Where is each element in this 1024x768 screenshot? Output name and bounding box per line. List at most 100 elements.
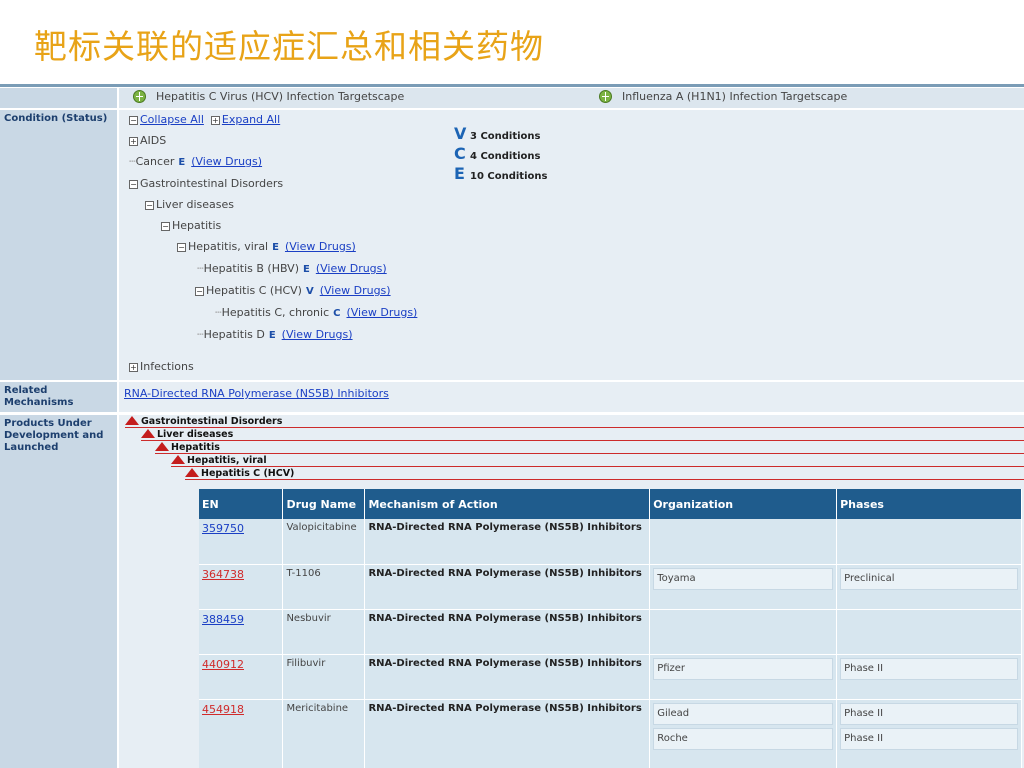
en-link[interactable]: 454918: [202, 703, 244, 716]
collapse-node-icon[interactable]: −: [145, 201, 154, 210]
globe-icon: [133, 90, 146, 103]
view-drugs-link[interactable]: (View Drugs): [191, 155, 262, 168]
hierarchy-level-4: Hepatitis, viral: [171, 455, 1024, 467]
tree-node-label: Hepatitis: [172, 219, 222, 232]
organization-value: Pfizer: [653, 657, 834, 680]
tree-node-label: Hepatitis B (HBV): [203, 262, 299, 275]
mechanism-cell: RNA-Directed RNA Polymerase (NS5B) Inhib…: [364, 519, 651, 565]
mechanisms-content: RNA-Directed RNA Polymerase (NS5B) Inhib…: [119, 382, 1024, 412]
en-link[interactable]: 388459: [202, 613, 244, 626]
organization-value: Gilead: [653, 702, 834, 725]
drug-name-cell: T-1106: [282, 564, 366, 610]
col-header-drug-name[interactable]: Drug Name: [282, 489, 366, 519]
status-badge: C: [333, 308, 341, 319]
tree-node-label: Hepatitis C, chronic: [221, 306, 330, 319]
expand-icon[interactable]: +: [210, 116, 220, 125]
view-drugs-link[interactable]: (View Drugs): [320, 284, 391, 297]
collapse-triangle-icon[interactable]: [171, 455, 185, 464]
en-link[interactable]: 359750: [202, 522, 244, 535]
targetscape-hcv-label: Hepatitis C Virus (HCV) Infection Target…: [156, 90, 405, 103]
tree-node-hep-b: ┄Hepatitis B (HBV) E (View Drugs): [197, 262, 387, 275]
targetscape-hcv[interactable]: Hepatitis C Virus (HCV) Infection Target…: [133, 90, 404, 103]
en-cell: 388459: [199, 609, 284, 655]
organization-cell: Gilead Roche: [649, 699, 838, 768]
drugs-table-body: 359750 Valopicitabine RNA-Directed RNA Pol…: [199, 519, 1022, 768]
collapse-node-icon[interactable]: −: [161, 222, 170, 231]
targetscape-h1n1[interactable]: Influenza A (H1N1) Infection Targetscape: [599, 90, 847, 103]
tree-node-label: Liver diseases: [156, 198, 234, 211]
collapse-triangle-icon[interactable]: [185, 468, 199, 477]
en-link[interactable]: 440912: [202, 658, 244, 671]
table-row: 440912 Filibuvir RNA-Directed RNA Polymera…: [199, 654, 1022, 700]
status-badge: E: [178, 157, 186, 168]
collapse-node-icon[interactable]: −: [129, 180, 138, 189]
col-header-organization[interactable]: Organization: [649, 489, 838, 519]
organization-value: Toyama: [653, 567, 834, 590]
phases-cell: Phase II: [836, 654, 1022, 700]
organization-cell: [649, 519, 838, 565]
col-header-mechanism[interactable]: Mechanism of Action: [364, 489, 651, 519]
en-cell: 364738: [199, 564, 284, 610]
drug-name-cell: Nesbuvir: [282, 609, 366, 655]
en-cell: 359750: [199, 519, 284, 565]
products-content: Gastrointestinal Disorders Liver disease…: [119, 415, 1024, 768]
organization-value: Roche: [653, 727, 834, 750]
expand-all-link[interactable]: Expand All: [222, 113, 280, 126]
phase-value: Preclinical: [840, 567, 1018, 590]
table-row: 388459 Nesbuvir RNA-Directed RNA Polymeras…: [199, 609, 1022, 655]
collapse-icon[interactable]: −: [129, 116, 138, 125]
top-divider: [0, 84, 1024, 87]
tree-node-infections[interactable]: + Infections: [129, 356, 417, 377]
hierarchy-level-3: Hepatitis: [155, 442, 1024, 454]
phases-cell: [836, 609, 1022, 655]
tree-node-label: AIDS: [140, 134, 167, 147]
expand-node-icon[interactable]: +: [129, 363, 138, 372]
hierarchy-label: Gastrointestinal Disorders: [141, 416, 283, 427]
expand-node-icon[interactable]: +: [129, 137, 138, 146]
hierarchy-label: Hepatitis: [171, 442, 220, 453]
en-link[interactable]: 364738: [202, 568, 244, 581]
en-cell: 454918: [199, 699, 284, 768]
mechanism-cell: RNA-Directed RNA Polymerase (NS5B) Inhib…: [364, 699, 651, 768]
mechanism-link[interactable]: RNA-Directed RNA Polymerase (NS5B) Inhib…: [124, 387, 389, 400]
tree-controls: − Collapse All + Expand All: [129, 109, 417, 130]
hierarchy-label: Hepatitis, viral: [187, 455, 267, 466]
tree-node-liver[interactable]: − Liver diseases: [129, 194, 417, 215]
en-cell: 440912: [199, 654, 284, 700]
tree-node-hepatitis[interactable]: − Hepatitis: [129, 215, 417, 236]
tree-node-label: Hepatitis C (HCV): [206, 284, 302, 297]
mechanism-cell: RNA-Directed RNA Polymerase (NS5B) Inhib…: [364, 564, 651, 610]
col-header-phases[interactable]: Phases: [836, 489, 1022, 519]
legend-item-c: C 4 Conditions: [454, 144, 547, 164]
collapse-triangle-icon[interactable]: [141, 429, 155, 438]
collapse-triangle-icon[interactable]: [155, 442, 169, 451]
drug-name-cell: Filibuvir: [282, 654, 366, 700]
view-drugs-link[interactable]: (View Drugs): [285, 240, 356, 253]
tree-node-aids[interactable]: + AIDS: [129, 130, 417, 151]
status-badge: E: [272, 242, 279, 253]
tree-node-label: Infections: [140, 360, 194, 373]
collapse-triangle-icon[interactable]: [125, 416, 139, 425]
hierarchy-level-1: Gastrointestinal Disorders: [125, 416, 1024, 428]
collapse-all-link[interactable]: Collapse All: [140, 113, 204, 126]
view-drugs-link[interactable]: (View Drugs): [282, 328, 353, 341]
condition-tree: − Collapse All + Expand All + AIDS ┄Cancer E…: [129, 109, 417, 377]
organization-cell: Toyama: [649, 564, 838, 610]
collapse-node-icon[interactable]: −: [195, 287, 204, 296]
legend-letter: E: [454, 164, 465, 183]
tree-node-cancer: ┄Cancer E (View Drugs): [129, 155, 263, 168]
mechanism-cell: RNA-Directed RNA Polymerase (NS5B) Inhib…: [364, 609, 651, 655]
globe-icon: [599, 90, 612, 103]
status-badge: E: [302, 264, 310, 275]
legend-text: 10 Conditions: [470, 171, 548, 182]
phase-value: Phase II: [840, 727, 1018, 750]
tree-node-gi[interactable]: − Gastrointestinal Disorders: [129, 173, 417, 194]
collapse-node-icon[interactable]: −: [177, 243, 186, 252]
view-drugs-link[interactable]: (View Drugs): [346, 306, 417, 319]
products-label: Products Under Development and Launched: [0, 415, 117, 768]
view-drugs-link[interactable]: (View Drugs): [316, 262, 387, 275]
tree-node-hep-c: − Hepatitis C (HCV) V (View Drugs): [129, 280, 417, 302]
col-header-en[interactable]: EN: [199, 489, 284, 519]
tree-node-hep-d: ┄Hepatitis D E (View Drugs): [197, 328, 353, 341]
drug-name-cell: Mericitabine: [282, 699, 366, 768]
